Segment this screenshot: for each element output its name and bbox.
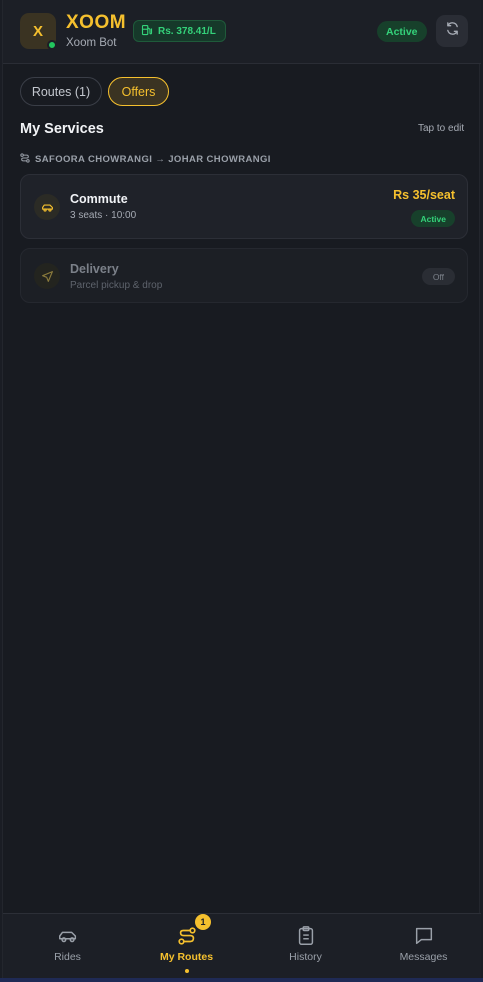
nav-item-my-routes[interactable]: 1 My Routes — [127, 914, 246, 979]
service-name: Delivery — [70, 262, 119, 276]
chat-icon — [415, 927, 432, 945]
active-indicator-dot — [184, 969, 189, 973]
nav-label: History — [289, 951, 322, 963]
send-icon — [34, 263, 60, 289]
route-icon — [177, 927, 196, 945]
bottom-navigation: Rides 1 My Routes History Messages — [3, 913, 481, 978]
car-icon — [58, 931, 76, 943]
tap-to-edit-link[interactable]: Tap to edit — [418, 123, 464, 134]
nav-label: My Routes — [159, 951, 214, 963]
app-header: X XOOM Xoom Bot Rs. 378.41/L Active — [3, 0, 481, 64]
logo-letter: X — [32, 22, 43, 40]
brand-name: XOOM — [66, 12, 127, 33]
service-name: Commute — [70, 192, 128, 206]
nav-item-history[interactable]: History — [246, 914, 365, 979]
nav-badge: 1 — [195, 914, 211, 930]
service-detail: 3 seats · 10:00 — [70, 210, 137, 221]
service-price: Rs 35/seat — [393, 188, 455, 202]
tab-offers[interactable]: Offers — [108, 77, 169, 106]
service-detail: Parcel pickup & drop — [70, 280, 163, 291]
service-status-badge[interactable]: Off — [421, 268, 455, 285]
fuel-pump-icon — [141, 24, 153, 39]
fuel-price-badge: Rs. 378.41/L — [133, 20, 226, 42]
nav-label: Rides — [54, 951, 81, 963]
route-text: SAFOORA CHOWRANGI → JOHAR CHOWRANGI — [35, 154, 271, 165]
nav-item-messages[interactable]: Messages — [364, 914, 483, 979]
app-frame: X XOOM Xoom Bot Rs. 378.41/L Active Rout… — [2, 0, 481, 978]
fuel-price-text: Rs. 378.41/L — [158, 25, 216, 37]
brand-subtitle: Xoom Bot — [66, 37, 117, 49]
route-summary: SAFOORA CHOWRANGI → JOHAR CHOWRANGI — [20, 153, 271, 166]
nav-item-rides[interactable]: Rides — [8, 914, 127, 979]
service-card-delivery[interactable]: Delivery Parcel pickup & drop Off — [20, 248, 468, 303]
section-title: My Services — [20, 121, 104, 137]
nav-label: Messages — [399, 951, 448, 963]
screen-bottom-edge — [0, 978, 483, 982]
route-icon — [20, 153, 30, 166]
service-status-badge[interactable]: Active — [411, 210, 455, 227]
driver-status-badge[interactable]: Active — [377, 21, 427, 42]
tab-routes[interactable]: Routes (1) — [20, 77, 102, 106]
refresh-button[interactable] — [436, 15, 468, 47]
refresh-icon — [445, 21, 460, 41]
clipboard-icon — [298, 926, 313, 945]
online-indicator — [47, 40, 57, 50]
service-card-commute[interactable]: Commute 3 seats · 10:00 Rs 35/seat Activ… — [20, 174, 468, 239]
car-icon — [34, 194, 60, 220]
